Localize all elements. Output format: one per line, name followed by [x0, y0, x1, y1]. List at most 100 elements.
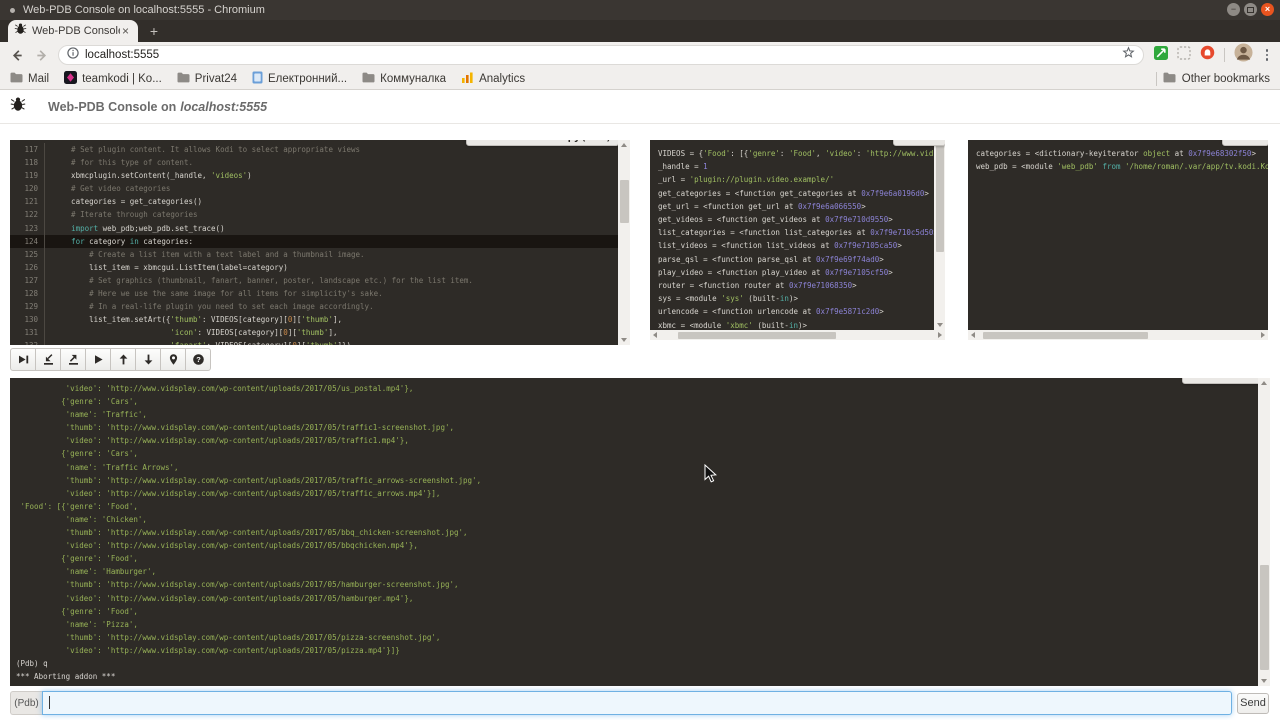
pdb-console-panel: PDB Console 'video': 'http://www.vidspla… — [10, 378, 1258, 686]
text-caret — [49, 696, 50, 709]
minimize-button[interactable]: − — [1227, 3, 1240, 16]
address-bar[interactable]: localhost:5555 — [58, 45, 1144, 65]
globals-hscrollbar[interactable] — [650, 330, 945, 340]
scroll-left-arrow[interactable] — [971, 332, 975, 338]
forward-icon[interactable] — [32, 45, 52, 65]
scroll-down-arrow[interactable] — [937, 323, 943, 327]
maximize-button[interactable] — [1244, 3, 1257, 16]
globals-hscroll-thumb[interactable] — [678, 332, 836, 339]
pdb-command-input[interactable] — [42, 691, 1232, 715]
console-line: 'name': 'Hamburger', — [16, 565, 1252, 578]
variable-row: router = <function router at 0x7f9e71068… — [658, 279, 937, 292]
bookmark-label: Mail — [28, 73, 49, 85]
variable-row: play_video = <function play_video at 0x7… — [658, 266, 937, 279]
scroll-up-arrow[interactable] — [1261, 381, 1267, 385]
bookmark-privat24[interactable]: Privat24 — [177, 72, 237, 86]
window-titlebar: Web-PDB Console on localhost:5555 - Chro… — [0, 0, 1280, 20]
variable-row: web_pdb = <module 'web_pdb' from '/home/… — [976, 160, 1260, 173]
folder-icon — [1163, 72, 1176, 86]
variable-row: parse_qsl = <function parse_qsl at 0x7f9… — [658, 253, 937, 266]
console-line: 'video': 'http://www.vidsplay.com/wp-con… — [16, 382, 1252, 395]
back-icon[interactable] — [6, 45, 26, 65]
pdb-console-label: PDB Console — [1182, 378, 1258, 384]
console-line: 'video': 'http://www.vidsplay.com/wp-con… — [16, 539, 1252, 552]
console-lines: 'video': 'http://www.vidsplay.com/wp-con… — [10, 378, 1258, 683]
locals-hscrollbar[interactable] — [968, 330, 1268, 340]
debug-where-button[interactable] — [160, 348, 186, 371]
bookmark-teamkodi[interactable]: teamkodi | Ko... — [64, 71, 162, 87]
code-line-120: 120 # Get video categories — [10, 182, 618, 195]
console-line: 'Food': [{'genre': 'Food', — [16, 500, 1252, 513]
code-line-122: 122 # Iterate through categories — [10, 208, 618, 221]
extension-disabled-icon[interactable] — [1177, 46, 1191, 65]
console-line: *** Aborting addon *** — [16, 670, 1252, 683]
scroll-up-arrow[interactable] — [621, 143, 627, 147]
variable-row: list_videos = <function list_videos at 0… — [658, 239, 937, 252]
console-line: 'name': 'Traffic', — [16, 408, 1252, 421]
code-line-130: 130 list_item.setArt({'thumb': VIDEOS[ca… — [10, 313, 618, 326]
window-icon — [10, 8, 15, 13]
console-line: 'name': 'Chicken', — [16, 513, 1252, 526]
bookmark-mail[interactable]: Mail — [10, 72, 49, 86]
scroll-left-arrow[interactable] — [653, 332, 657, 338]
scroll-down-arrow[interactable] — [1261, 679, 1267, 683]
other-bookmarks-button[interactable]: Other bookmarks — [1182, 73, 1270, 85]
scroll-right-arrow[interactable] — [938, 332, 942, 338]
console-scroll-thumb[interactable] — [1260, 565, 1269, 670]
doc-icon — [252, 71, 263, 87]
new-tab-button[interactable]: + — [146, 23, 162, 39]
mouse-cursor — [704, 464, 718, 489]
send-button[interactable]: Send — [1237, 693, 1269, 714]
console-line: 'thumb': 'http://www.vidsplay.com/wp-con… — [16, 578, 1252, 591]
locals-hscroll-thumb[interactable] — [983, 332, 1148, 339]
profile-avatar[interactable] — [1234, 43, 1253, 67]
bookmark-analytics[interactable]: Analytics — [461, 71, 525, 87]
bookmark-label: Електронний... — [268, 73, 347, 85]
browser-tab[interactable]: Web-PDB Console on loca × — [8, 20, 138, 42]
bookmark-label: teamkodi | Ko... — [82, 73, 162, 85]
extension-adblock-icon[interactable] — [1200, 45, 1215, 65]
code-scroll-thumb[interactable] — [620, 180, 629, 223]
console-line: {'genre': 'Food', — [16, 605, 1252, 618]
close-window-button[interactable]: × — [1261, 3, 1274, 16]
extension-green-icon[interactable] — [1154, 46, 1168, 65]
debug-help-button[interactable]: ? — [185, 348, 211, 371]
variable-row: get_videos = <function get_videos at 0x7… — [658, 213, 937, 226]
console-scrollbar[interactable] — [1258, 378, 1270, 686]
page-title: Web-PDB Console onlocalhost:5555 — [48, 100, 267, 114]
tab-close-icon[interactable]: × — [122, 24, 129, 38]
code-scrollbar[interactable] — [618, 140, 630, 345]
console-line: 'name': 'Pizza', — [16, 618, 1252, 631]
code-line-131: 131 'icon': VIDEOS[category][0]['thumb']… — [10, 326, 618, 339]
globals-vscrollbar[interactable] — [934, 140, 945, 330]
debug-up-button[interactable] — [110, 348, 136, 371]
globals-vscroll-thumb[interactable] — [936, 142, 944, 252]
bookmarks-divider — [1156, 72, 1157, 86]
code-line-127: 127 # Set graphics (thumbnail, fanart, b… — [10, 274, 618, 287]
bookmark-star-icon[interactable] — [1122, 46, 1135, 64]
folder-icon — [177, 72, 190, 86]
scroll-right-arrow[interactable] — [1261, 332, 1265, 338]
variable-row: urlencode = <function urlencode at 0x7f9… — [658, 305, 937, 318]
locals-panel: Locals categories = <dictionary-keyitera… — [968, 140, 1268, 340]
scroll-down-arrow[interactable] — [621, 338, 627, 342]
debug-next-button[interactable] — [10, 348, 36, 371]
bookmarks-bar: Mail teamkodi | Ko... Privat24 Електронний.… — [0, 68, 1280, 90]
debug-step-out-button[interactable] — [60, 348, 86, 371]
debug-down-button[interactable] — [135, 348, 161, 371]
debug-step-into-button[interactable] — [35, 348, 61, 371]
bookmark-label: Analytics — [479, 73, 525, 85]
browser-menu-icon[interactable] — [1262, 49, 1272, 61]
debug-continue-button[interactable] — [85, 348, 111, 371]
debug-toolbar: ? — [10, 348, 211, 371]
console-line: (Pdb) q — [16, 657, 1252, 670]
toolbar-divider — [1224, 48, 1225, 62]
web-pdb-bug-icon — [10, 96, 26, 117]
bookmark-kommunalka[interactable]: Коммуналка — [362, 72, 446, 86]
tab-title: Web-PDB Console on loca — [32, 25, 120, 37]
tab-strip: Web-PDB Console on loca × + — [0, 20, 1280, 42]
console-line: 'thumb': 'http://www.vidsplay.com/wp-con… — [16, 474, 1252, 487]
bookmark-e-doc[interactable]: Електронний... — [252, 71, 347, 87]
kodi-icon — [64, 71, 77, 87]
page-info-icon[interactable] — [67, 46, 79, 64]
